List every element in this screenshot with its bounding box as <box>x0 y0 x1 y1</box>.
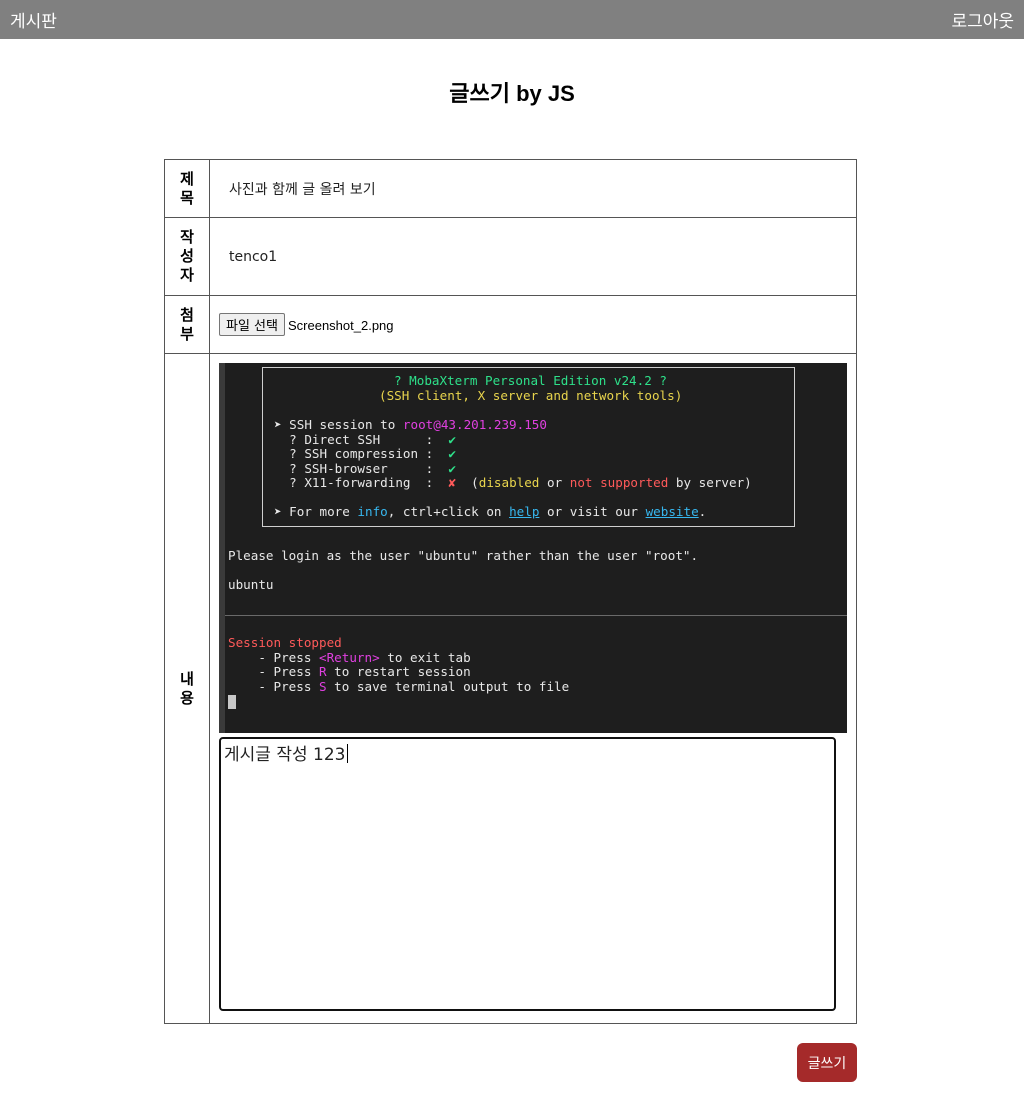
author-input-value: tenco1 <box>229 248 278 265</box>
submit-button[interactable]: 글쓰기 <box>797 1043 857 1082</box>
press-s-line: - Press S to save terminal output to fil… <box>228 679 570 694</box>
choose-file-button[interactable]: 파일 선택 <box>219 313 285 336</box>
terminal-separator <box>225 615 847 616</box>
board-home-link[interactable]: 게시판 <box>10 7 57 32</box>
press-r-line: - Press R to restart session <box>228 664 471 679</box>
banner-subtitle: (SSH client, X server and network tools) <box>379 388 683 403</box>
status-ssh-compression: ? SSH compression : ✔ <box>274 446 456 461</box>
attach-label: 첨부 <box>164 295 210 354</box>
login-message: Please login as the user "ubuntu" rather… <box>228 548 699 563</box>
content-editor-area: ? MobaXterm Personal Edition v24.2 ? (SS… <box>209 353 857 1024</box>
content-textarea[interactable]: 게시글 작성 123 <box>219 737 836 1011</box>
top-nav-bar: 게시판 로그아웃 <box>0 0 1024 39</box>
banner-title: ? MobaXterm Personal Edition v24.2 ? <box>394 373 667 388</box>
content-label: 내용 <box>164 353 210 1024</box>
session-line: ➤ SSH session to root@43.201.239.150 <box>274 417 547 432</box>
file-input: 파일 선택 Screenshot_2.png <box>209 295 857 354</box>
write-form-table: 제목 사진과 함께 글 올려 보기 작성자 tenco1 첨부 파일 선택 Scr… <box>164 159 857 1024</box>
page-title: 글쓰기 by JS <box>449 81 575 106</box>
title-input-value: 사진과 함께 글 올려 보기 <box>229 181 376 198</box>
status-x11-forwarding: ? X11-forwarding : ✘ (disabled or not su… <box>274 475 752 490</box>
embedded-terminal-screenshot: ? MobaXterm Personal Edition v24.2 ? (SS… <box>219 363 847 733</box>
logout-link[interactable]: 로그아웃 <box>951 7 1014 32</box>
author-label: 작성자 <box>164 217 210 296</box>
more-info-line: ➤ For more info, ctrl+click on help or v… <box>274 504 707 519</box>
selected-file-name: Screenshot_2.png <box>287 318 394 333</box>
text-caret <box>347 744 349 763</box>
content-text: 게시글 작성 123 <box>224 745 346 765</box>
title-input[interactable]: 사진과 함께 글 올려 보기 <box>209 159 857 218</box>
author-input[interactable]: tenco1 <box>209 217 857 296</box>
title-label: 제목 <box>164 159 210 218</box>
terminal-cursor <box>228 695 236 709</box>
login-user: ubuntu <box>228 577 274 592</box>
session-stopped-text: Session stopped <box>228 635 342 650</box>
